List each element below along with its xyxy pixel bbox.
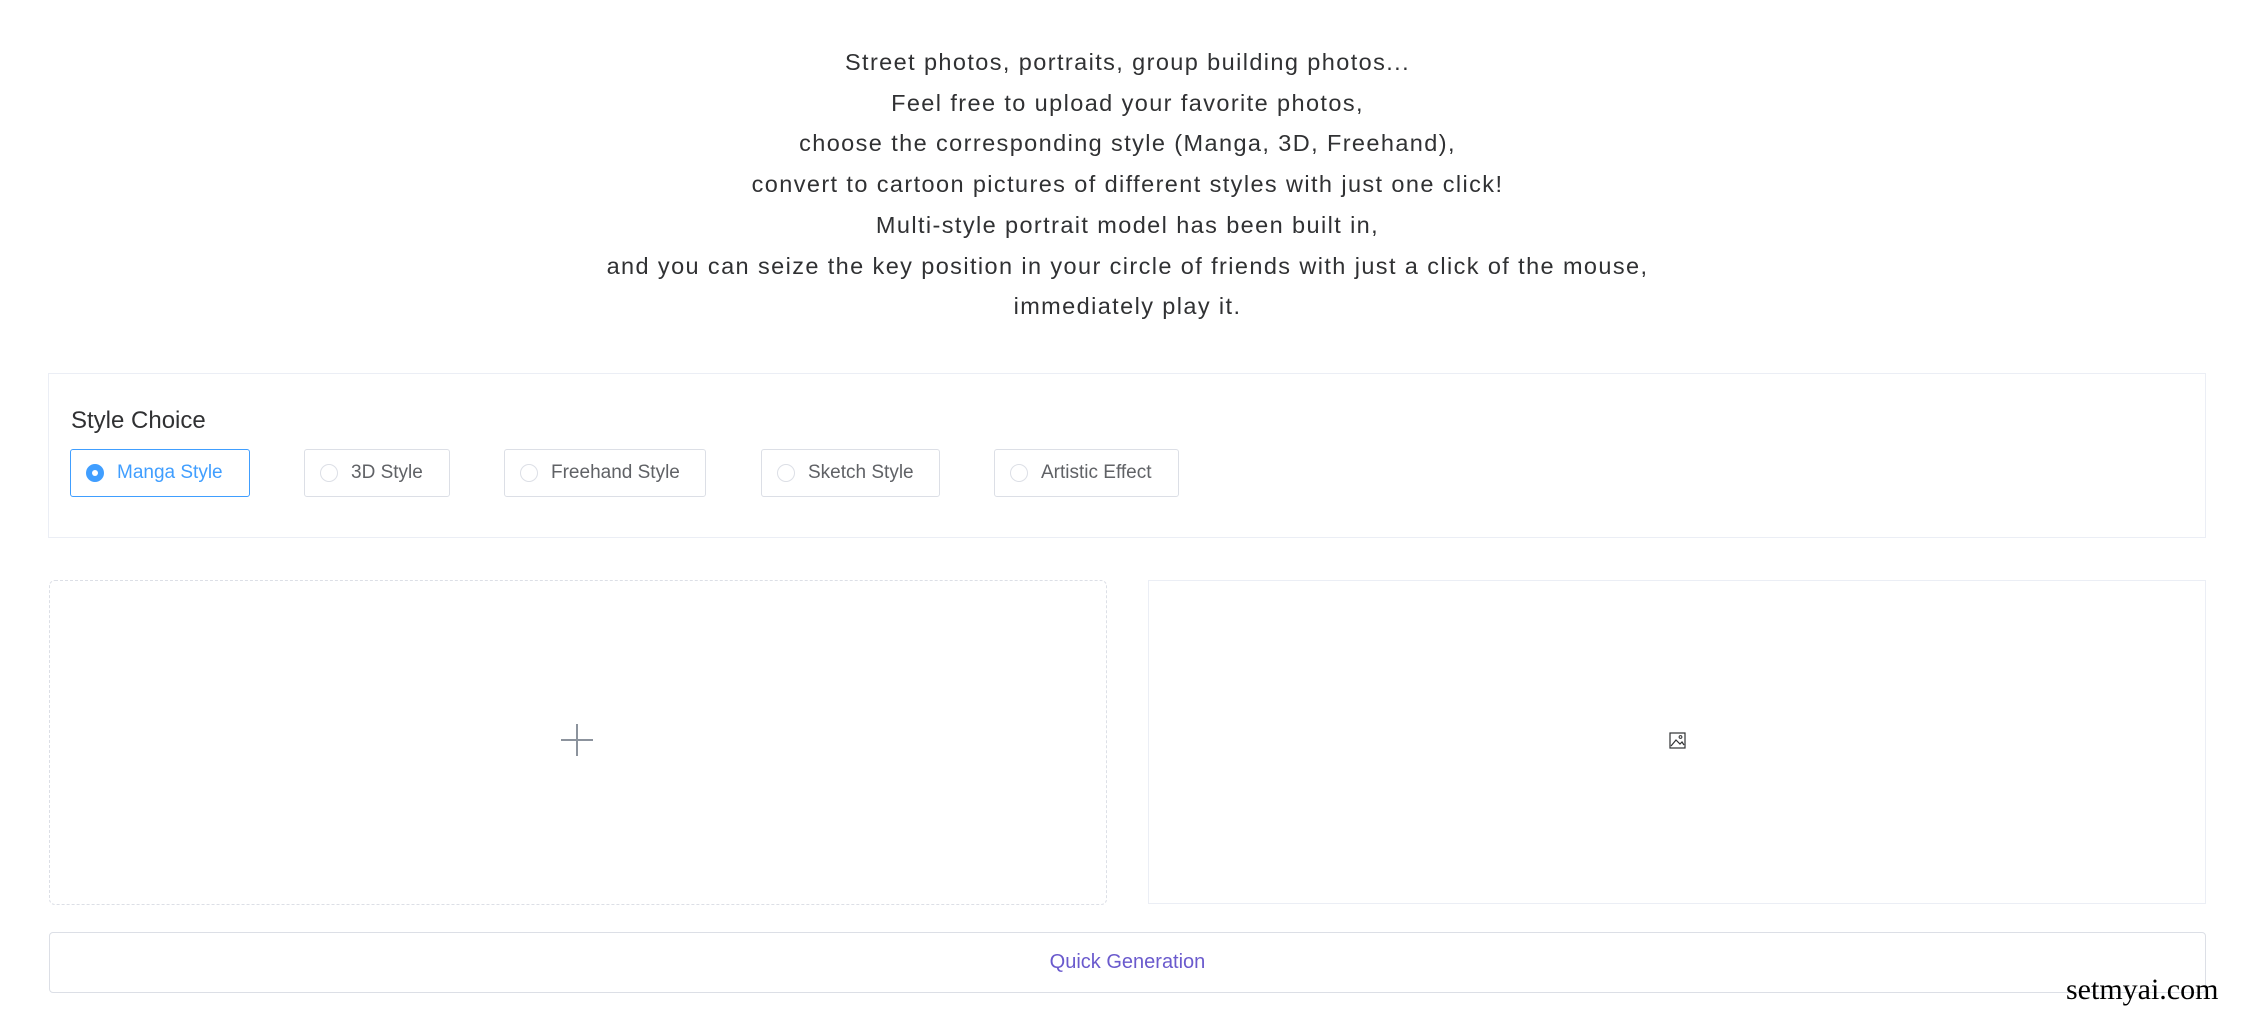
radio-label: Artistic Effect	[1041, 462, 1152, 483]
radio-manga-style[interactable]: Manga Style	[70, 449, 250, 497]
image-placeholder-icon	[1669, 732, 1686, 749]
radio-freehand-style[interactable]: Freehand Style	[504, 449, 706, 497]
intro-line: Feel free to upload your favorite photos…	[891, 89, 1364, 116]
quick-generation-button[interactable]: Quick Generation	[49, 932, 2206, 993]
radio-unchecked-icon	[777, 464, 795, 482]
radio-label: Manga Style	[117, 462, 223, 483]
radio-unchecked-icon	[1010, 464, 1028, 482]
watermark: setmyai.com	[2066, 973, 2219, 1006]
style-choice-panel: Style Choice Manga Style 3D Style Freeha…	[48, 373, 2206, 538]
intro-line: choose the corresponding style (Manga, 3…	[799, 130, 1456, 157]
intro-line: and you can seize the key position in yo…	[606, 252, 1649, 279]
plus-icon[interactable]	[561, 724, 593, 756]
intro-line: convert to cartoon pictures of different…	[751, 171, 1504, 198]
intro-line: Multi-style portrait model has been buil…	[875, 211, 1380, 238]
style-choice-title: Style Choice	[71, 407, 206, 434]
radio-label: 3D Style	[351, 462, 423, 483]
radio-unchecked-icon	[320, 464, 338, 482]
radio-3d-style[interactable]: 3D Style	[304, 449, 450, 497]
radio-checked-icon	[86, 464, 104, 482]
intro-line: Street photos, portraits, group building…	[844, 49, 1411, 75]
intro-text: Street photos, portraits, group building…	[0, 42, 2248, 327]
radio-sketch-style[interactable]: Sketch Style	[761, 449, 940, 497]
radio-label: Freehand Style	[551, 462, 680, 483]
radio-label: Sketch Style	[808, 462, 914, 483]
radio-unchecked-icon	[520, 464, 538, 482]
radio-artistic-effect[interactable]: Artistic Effect	[994, 449, 1179, 497]
intro-line: immediately play it.	[1013, 293, 1242, 320]
